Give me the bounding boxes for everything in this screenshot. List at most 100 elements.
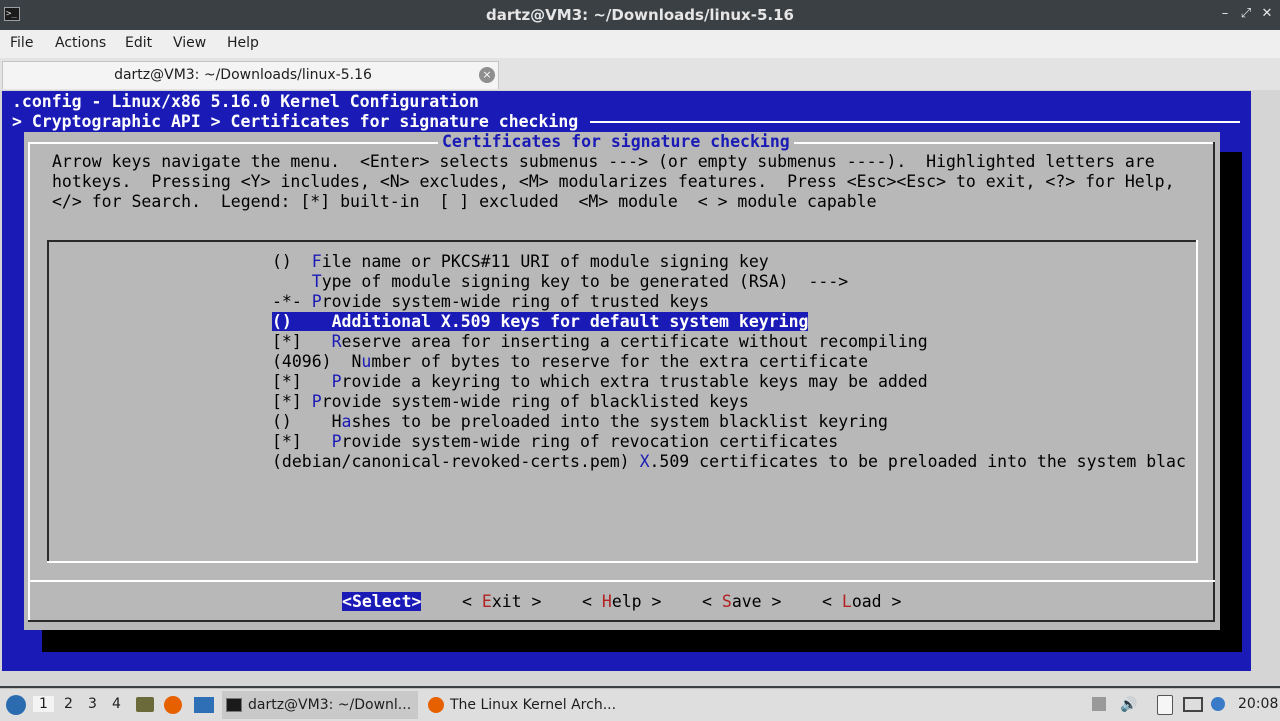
- menu-item[interactable]: [*] Provide a keyring to which extra tru…: [272, 372, 928, 391]
- menu-box-border: [47, 240, 1198, 242]
- menu-item-prefix: [*]: [272, 432, 332, 451]
- button-hotkey: E: [481, 592, 492, 611]
- taskbar: 1 2 3 4 dartz@VM3: ~/Downl... The Linux …: [0, 688, 1280, 721]
- show-desktop-icon[interactable]: [194, 697, 214, 713]
- close-window-button[interactable]: ✕: [1258, 5, 1276, 23]
- button-hotkey: L: [841, 592, 852, 611]
- terminal-icon: [226, 698, 242, 712]
- button-label: elp >: [611, 592, 662, 611]
- menu-actions[interactable]: Actions: [55, 35, 106, 51]
- menu-item[interactable]: (debian/canonical-revoked-certs.pem) X.5…: [272, 452, 1186, 471]
- load-button[interactable]: < Load >: [822, 592, 901, 611]
- menu-item-label: dditional X.509 keys for default system …: [341, 312, 809, 331]
- menu-item-prefix: [*]: [272, 372, 332, 391]
- network-icon[interactable]: [1183, 697, 1203, 712]
- menu-item[interactable]: [*] Provide system-wide ring of blacklis…: [272, 392, 749, 411]
- menu-item[interactable]: () Hashes to be preloaded into the syste…: [272, 412, 888, 431]
- task-label: The Linux Kernel Arch...: [450, 697, 617, 713]
- menu-item-prefix: (debian/canonical-revoked-certs.pem): [272, 452, 640, 471]
- button-bracket: <: [822, 592, 842, 611]
- menu-item[interactable]: [*] Reserve area for inserting a certifi…: [272, 332, 928, 351]
- menu-item-label: eserve area for inserting a certificate …: [341, 332, 928, 351]
- menubar: File Actions Edit View Help: [0, 30, 1280, 58]
- menu-item-prefix: (): [272, 312, 332, 331]
- menu-item-hotkey: u: [361, 352, 372, 371]
- dialog-border: [28, 620, 1215, 622]
- menu-item-hotkey: a: [341, 412, 352, 431]
- terminal-tab[interactable]: dartz@VM3: ~/Downloads/linux-5.16 ×: [2, 61, 499, 89]
- clock: 20:08: [1238, 696, 1279, 712]
- select-button[interactable]: <Select>: [342, 592, 422, 611]
- menu-edit[interactable]: Edit: [125, 35, 152, 51]
- help-text-line: Arrow keys navigate the menu. <Enter> se…: [52, 152, 1155, 171]
- maximize-button[interactable]: ⤢: [1237, 5, 1255, 23]
- button-bracket: <: [342, 592, 352, 611]
- menu-item[interactable]: -*- Provide system-wide ring of trusted …: [272, 292, 709, 311]
- file-manager-icon[interactable]: [136, 697, 154, 712]
- menu-item-prefix: () H: [272, 412, 342, 431]
- firefox-icon[interactable]: [164, 696, 182, 714]
- button-label: oad >: [851, 592, 902, 611]
- menu-item[interactable]: () Additional X.509 keys for default sys…: [272, 312, 809, 331]
- menu-box-border: [47, 561, 1198, 563]
- menu-item-label: rovide a keyring to which extra trustabl…: [341, 372, 928, 391]
- button-label: elect>: [361, 592, 422, 611]
- button-label: ave >: [731, 592, 782, 611]
- menu-item-prefix: -*-: [272, 292, 312, 311]
- menu-item-label: ype of module signing key to be generate…: [321, 272, 849, 291]
- menu-item-hotkey: A: [331, 312, 342, 331]
- start-menu-icon[interactable]: [6, 695, 26, 715]
- tray-expand-icon[interactable]: [1092, 697, 1106, 711]
- workspace-1[interactable]: 1: [33, 696, 54, 712]
- menu-item-label: ile name or PKCS#11 URI of module signin…: [321, 252, 769, 271]
- volume-icon[interactable]: 🔊: [1120, 697, 1137, 713]
- button-hotkey: S: [721, 592, 732, 611]
- menu-item[interactable]: (4096) Number of bytes to reserve for th…: [272, 352, 868, 371]
- menu-item-hotkey: X: [639, 452, 650, 471]
- dialog-border: [28, 142, 30, 622]
- menu-item-hotkey: P: [331, 372, 342, 391]
- help-text-line: hotkeys. Pressing <Y> includes, <N> excl…: [52, 172, 1175, 191]
- dialog-shadow-bottom: [42, 630, 1242, 652]
- workspace-3[interactable]: 3: [88, 696, 97, 712]
- minimize-button[interactable]: –: [1216, 5, 1234, 23]
- menu-item-label: shes to be preloaded into the system bla…: [351, 412, 888, 431]
- menu-item-label: .509 certificates to be preloaded into t…: [649, 452, 1186, 471]
- menu-item-hotkey: P: [311, 292, 322, 311]
- help-text-line: </> for Search. Legend: [*] built-in [ ]…: [52, 192, 877, 211]
- menu-box-border: [47, 240, 49, 562]
- menu-item-hotkey: F: [311, 252, 322, 271]
- clipboard-icon[interactable]: [1157, 695, 1173, 715]
- exit-button[interactable]: < Exit >: [462, 592, 541, 611]
- menu-box-border: [1196, 240, 1198, 562]
- tab-label: dartz@VM3: ~/Downloads/linux-5.16: [114, 67, 372, 83]
- menu-item-hotkey: T: [311, 272, 322, 291]
- workspace-4[interactable]: 4: [112, 696, 121, 712]
- menu-item-prefix: (): [272, 252, 312, 271]
- save-button[interactable]: < Save >: [702, 592, 781, 611]
- menu-file[interactable]: File: [10, 35, 33, 51]
- tab-close-icon[interactable]: ×: [479, 67, 495, 83]
- dialog-shadow-right: [1220, 152, 1242, 652]
- menu-item-prefix: [*]: [272, 332, 332, 351]
- tab-bar: dartz@VM3: ~/Downloads/linux-5.16 ×: [0, 58, 1280, 91]
- breadcrumb-rule: [590, 121, 1240, 123]
- button-hotkey: S: [351, 592, 362, 611]
- menu-item-label: mber of bytes to reserve for the extra c…: [371, 352, 869, 371]
- menu-view[interactable]: View: [173, 35, 206, 51]
- taskbar-task-terminal[interactable]: dartz@VM3: ~/Downl...: [222, 691, 418, 719]
- menu-item[interactable]: [*] Provide system-wide ring of revocati…: [272, 432, 838, 451]
- menu-item-hotkey: R: [331, 332, 342, 351]
- menu-item-prefix: (4096) N: [272, 352, 362, 371]
- menu-help[interactable]: Help: [227, 35, 259, 51]
- help-button[interactable]: < Help >: [582, 592, 661, 611]
- breadcrumb: > Cryptographic API > Certificates for s…: [12, 112, 579, 131]
- menu-item[interactable]: Type of module signing key to be generat…: [272, 272, 848, 291]
- update-notifier-icon[interactable]: [1211, 697, 1225, 711]
- taskbar-task-firefox[interactable]: The Linux Kernel Arch...: [424, 691, 624, 719]
- button-bracket: <: [702, 592, 722, 611]
- menu-item-hotkey: P: [331, 432, 342, 451]
- workspace-2[interactable]: 2: [64, 696, 73, 712]
- menu-item[interactable]: () File name or PKCS#11 URI of module si…: [272, 252, 769, 271]
- menu-item-prefix: [*]: [272, 392, 312, 411]
